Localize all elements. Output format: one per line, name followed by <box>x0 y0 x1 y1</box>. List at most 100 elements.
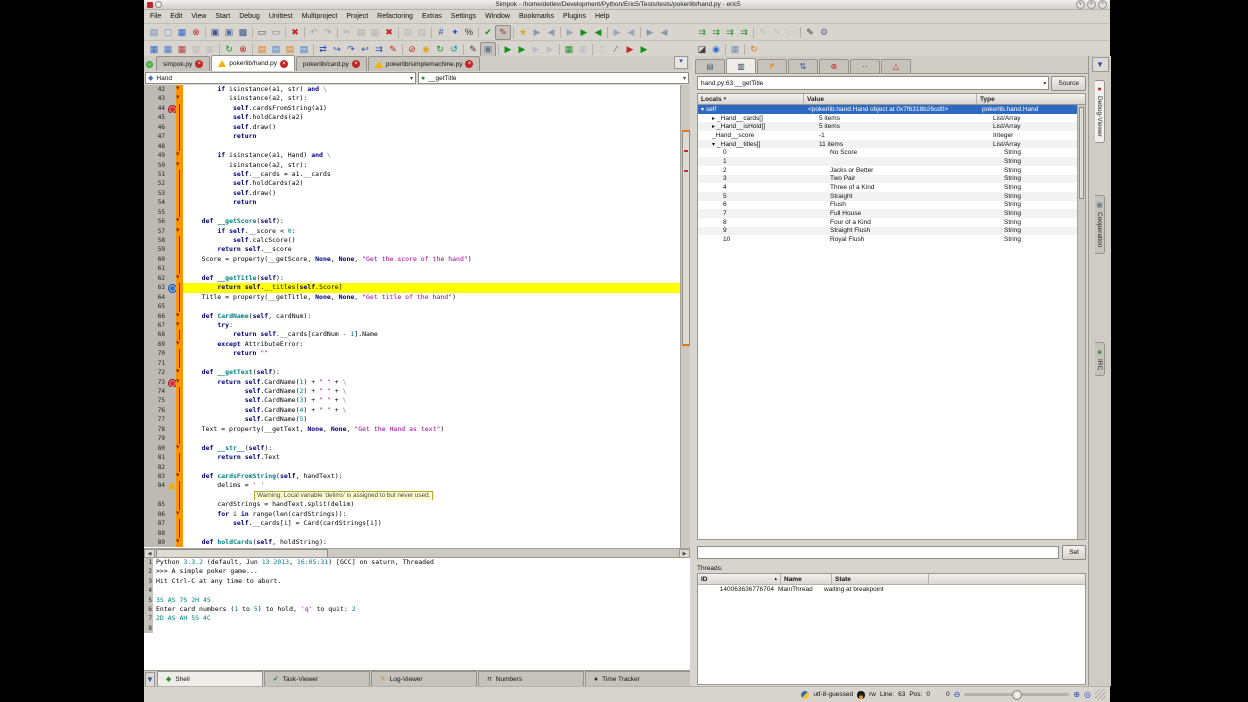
code-text[interactable] <box>183 208 690 217</box>
class-combo[interactable]: ◆ Hand ▾ <box>145 72 416 84</box>
code-text[interactable]: for i in range(len(cardStrings)): <box>183 510 690 519</box>
code-text[interactable]: def __getScore(self): <box>183 217 690 226</box>
unittest-project-icon[interactable]: ▤ <box>283 43 297 56</box>
goto-method-icon[interactable]: ✦ <box>448 26 462 39</box>
fold-margin[interactable] <box>176 378 183 387</box>
line-number[interactable]: 67 <box>144 321 167 330</box>
line-number[interactable]: 50 <box>144 161 167 170</box>
zoom-out-icon[interactable]: ⊖ <box>954 690 961 699</box>
fold-margin[interactable] <box>176 189 183 198</box>
close-tab-icon[interactable]: × <box>465 60 473 68</box>
line-number[interactable]: 43 <box>144 94 167 103</box>
line-number[interactable]: 78 <box>144 425 167 434</box>
variable-row[interactable]: 3Two PairString <box>698 175 1085 184</box>
fold-margin[interactable] <box>176 132 183 141</box>
code-text[interactable]: cardStrings = handText.split(delim) <box>183 500 690 509</box>
variable-filter-input[interactable] <box>697 546 1059 559</box>
line-number[interactable]: 53 <box>144 189 167 198</box>
fold-margin[interactable] <box>176 161 183 170</box>
line-number[interactable]: 42 <box>144 85 167 94</box>
debug-run-alt-icon[interactable]: ▶ <box>515 43 529 56</box>
marker-margin[interactable] <box>167 151 176 160</box>
debugger-tab-call-stack[interactable]: ↱ <box>757 59 787 73</box>
fold-margin[interactable] <box>176 236 183 245</box>
line-number[interactable]: 70 <box>144 349 167 358</box>
new-window-icon[interactable]: ▤ <box>147 26 161 39</box>
code-text[interactable]: self.holdCards(a2) <box>183 113 690 122</box>
comment-icon[interactable]: ✎ <box>466 43 480 56</box>
marker-margin[interactable] <box>167 123 176 132</box>
threads-table[interactable]: ID ▴ Name State 140063636776704MainThrea… <box>697 573 1086 685</box>
marker-margin[interactable] <box>167 227 176 236</box>
line-number[interactable]: 60 <box>144 255 167 264</box>
line-number[interactable]: 84 <box>144 481 167 490</box>
code-text[interactable]: Title = property(__getTitle, None, None,… <box>183 293 690 302</box>
menu-window[interactable]: Window <box>485 13 510 20</box>
marker-margin[interactable] <box>167 359 176 368</box>
fold-margin[interactable] <box>176 444 183 453</box>
fold-margin[interactable] <box>176 170 183 179</box>
marker-margin[interactable] <box>167 481 176 490</box>
debugger-tab-exceptions[interactable]: △ <box>881 59 911 73</box>
cyclomatic-icon[interactable]: ⇉ <box>737 26 751 39</box>
menu-bookmarks[interactable]: Bookmarks <box>519 13 554 20</box>
marker-margin[interactable] <box>167 368 176 377</box>
preferences-icon[interactable]: ⚙ <box>817 26 831 39</box>
menu-help[interactable]: Help <box>595 13 609 20</box>
marker-margin[interactable] <box>167 463 176 472</box>
code-text[interactable]: def cardsFromString(self, handText): <box>183 472 690 481</box>
compile-icon[interactable]: ▦ <box>562 43 576 56</box>
close-all-icon[interactable]: ✖ <box>288 26 302 39</box>
code-text[interactable] <box>183 463 690 472</box>
menu-refactoring[interactable]: Refactoring <box>377 13 413 20</box>
line-number[interactable]: 79 <box>144 434 167 443</box>
line-number[interactable]: 58 <box>144 236 167 245</box>
tab-numbers[interactable]: πNumbers <box>478 671 584 687</box>
debugger-tab-source[interactable]: ▤ <box>695 59 725 73</box>
fold-margin[interactable] <box>176 321 183 330</box>
marker-margin[interactable] <box>167 179 176 188</box>
code-text[interactable]: return self.__score <box>183 245 690 254</box>
state-column-header[interactable]: State <box>832 574 929 584</box>
code-text[interactable]: return self.__cards[cardNum - 1].Name <box>183 330 690 339</box>
marker-margin[interactable] <box>167 94 176 103</box>
code-text[interactable] <box>183 142 690 151</box>
fold-margin[interactable] <box>176 396 183 405</box>
marker-margin[interactable] <box>167 255 176 264</box>
marker-margin[interactable] <box>167 510 176 519</box>
annotate-icon[interactable]: ✎ <box>803 26 817 39</box>
marker-margin[interactable] <box>167 340 176 349</box>
marker-margin[interactable] <box>167 170 176 179</box>
variable-row[interactable]: ▸_Hand__cards[]5 itemsList/Array <box>698 114 1085 123</box>
variable-row[interactable]: ▾_Hand__titles[]11 itemsList/Array <box>698 140 1085 149</box>
code-text[interactable]: isinstance(a2, str): <box>183 94 690 103</box>
marker-margin[interactable] <box>167 396 176 405</box>
line-number[interactable]: 77 <box>144 415 167 424</box>
line-number[interactable]: 76 <box>144 406 167 415</box>
close-tab-icon[interactable]: × <box>195 60 203 68</box>
select-tool-icon[interactable]: ◪ <box>695 43 709 56</box>
fold-margin[interactable] <box>176 406 183 415</box>
close-tab-icon[interactable]: × <box>352 60 360 68</box>
line-number[interactable]: 54 <box>144 198 167 207</box>
code-text[interactable]: self.__cards = a1.__cards <box>183 170 690 179</box>
code-text[interactable]: self.draw() <box>183 123 690 132</box>
debug-project-icon[interactable]: ◀ <box>624 26 638 39</box>
fold-margin[interactable] <box>176 104 183 113</box>
marker-margin[interactable] <box>167 406 176 415</box>
line-number[interactable]: 69 <box>144 340 167 349</box>
expander-icon[interactable]: ▾ <box>701 106 704 113</box>
syntax-check-icon[interactable]: ✔ <box>481 26 495 39</box>
code-text[interactable]: self.CardName(5) <box>183 415 690 424</box>
tab-shell[interactable]: ◆Shell <box>157 671 263 687</box>
code-text[interactable]: self.CardName(4) + " " + \ <box>183 406 690 415</box>
shell-text[interactable]: 2D AS AH 5S 4C <box>153 614 690 623</box>
marker-margin[interactable] <box>167 434 176 443</box>
line-number[interactable]: 51 <box>144 170 167 179</box>
marker-margin[interactable] <box>167 208 176 217</box>
shell-text[interactable]: Hit Ctrl-C at any time to abort. <box>153 577 690 586</box>
save-all-icon[interactable]: ▩ <box>236 26 250 39</box>
code-text[interactable]: if isinstance(a1, str) and \ <box>183 85 690 94</box>
fold-margin[interactable] <box>176 349 183 358</box>
code-text[interactable]: def __getText(self): <box>183 368 690 377</box>
